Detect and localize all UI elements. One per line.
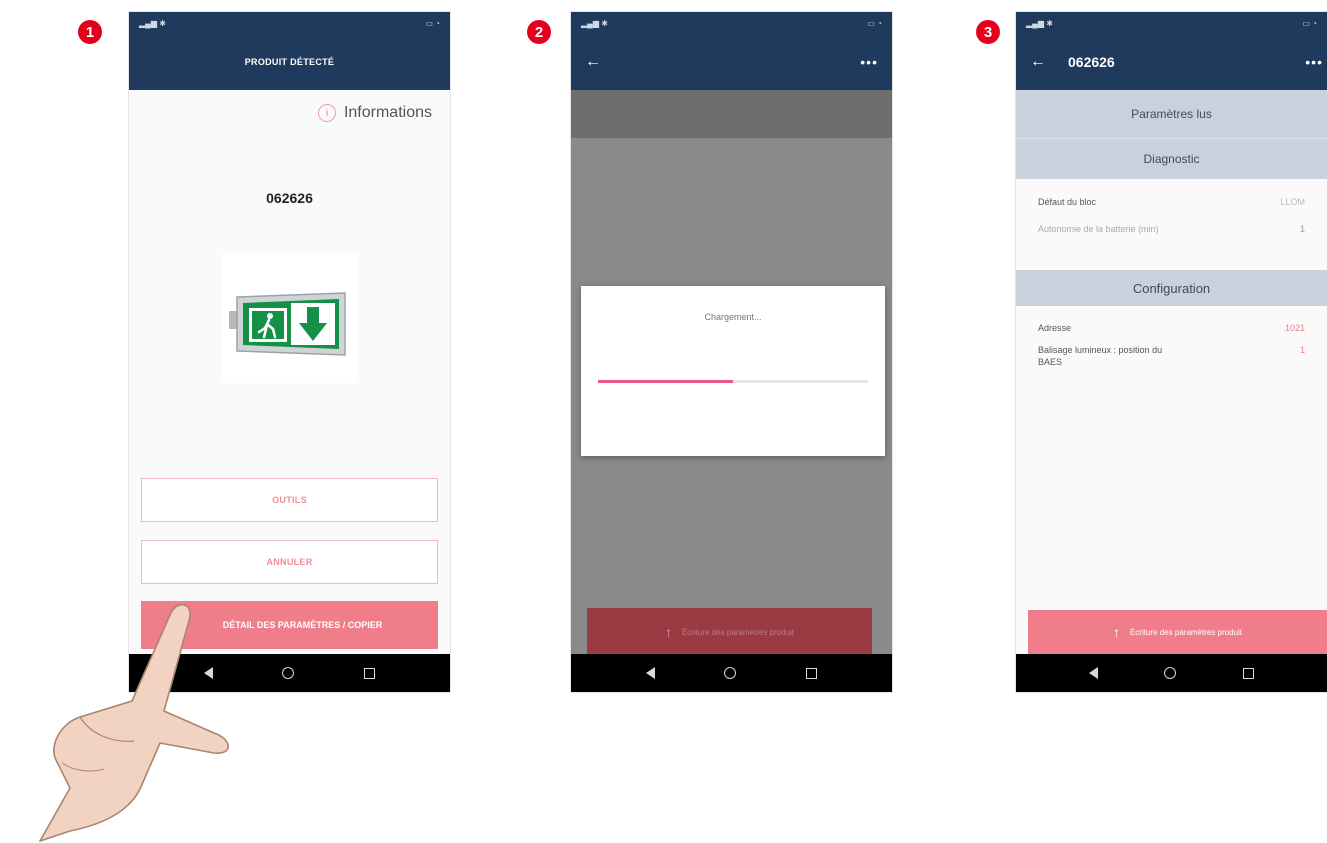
write-button-label: Écriture des paramètres produit	[681, 627, 795, 637]
app-bar: PRODUIT DÉTECTÉ	[129, 34, 450, 90]
signal-icon: ▂▄▆ ✱	[139, 18, 166, 28]
status-bar: ▂▄▆ ✱ ▭ ◔	[571, 12, 892, 34]
info-icon: i	[317, 104, 336, 122]
write-parameters-button[interactable]: ↑ Écriture des paramètres produit	[1028, 610, 1327, 654]
section-configuration: Configuration	[1016, 270, 1327, 306]
row-label: Défaut du bloc	[1038, 197, 1097, 207]
row-label: Balisage lumineux : position du BAES	[1038, 345, 1163, 367]
phone-screen-1: ▂▄▆ ✱ ▭ ◔ PRODUIT DÉTECTÉ i Informations…	[129, 12, 450, 692]
row-value: 1	[1299, 345, 1305, 355]
nav-back-icon[interactable]	[645, 667, 655, 679]
exit-sign-icon	[229, 292, 346, 356]
row-value: 1	[1299, 224, 1305, 234]
android-nav-bar	[571, 654, 892, 692]
nav-recent-icon[interactable]	[806, 667, 818, 679]
dimmed-overlay: Chargement... ↑ Écriture des paramètres …	[571, 90, 892, 656]
config-row-position[interactable]: Balisage lumineux : position du BAES 1	[1016, 345, 1327, 368]
android-nav-bar	[1016, 654, 1327, 692]
row-label: Adresse	[1038, 323, 1072, 333]
content-area: i Informations 062626 OUTILS ANNULER DÉT…	[129, 90, 450, 654]
nav-home-icon[interactable]	[282, 667, 295, 679]
step-badge-1: 1	[78, 20, 102, 44]
battery-icon: ▭ ◔	[867, 18, 882, 28]
cancel-button[interactable]: ANNULER	[141, 540, 438, 584]
more-menu-icon[interactable]: •••	[860, 54, 878, 70]
write-button-label: Écriture des paramètres produit	[1129, 627, 1243, 637]
back-arrow-icon[interactable]: ←	[1030, 53, 1046, 71]
nav-recent-icon[interactable]	[364, 667, 376, 679]
page-title: PRODUIT DÉTECTÉ	[244, 57, 335, 67]
progress-track	[598, 380, 868, 383]
app-bar: ← •••	[571, 34, 892, 90]
row-value: LLOM	[1280, 197, 1305, 207]
back-arrow-icon[interactable]: ←	[585, 53, 601, 71]
more-menu-icon[interactable]: •••	[1305, 54, 1323, 70]
battery-icon: ▭ ◔	[425, 18, 440, 28]
phone-screen-3: ▂▄▆ ✱ ▭ ◔ ← 062626 ••• Paramètres lus Di…	[1016, 12, 1327, 692]
config-row-address[interactable]: Adresse 1021	[1016, 323, 1327, 333]
product-image	[221, 253, 357, 383]
row-label: Autonomie de la batterie (min)	[1038, 224, 1159, 234]
product-code: 062626	[266, 190, 313, 206]
progress-fill	[598, 380, 733, 383]
battery-icon: ▭ ◔	[1302, 18, 1317, 28]
write-parameters-button[interactable]: ↑ Écriture des paramètres produit	[587, 608, 872, 656]
info-label: Informations	[343, 104, 432, 121]
section-diagnostic: Diagnostic	[1016, 138, 1327, 179]
page-title: 062626	[1068, 54, 1115, 70]
info-link[interactable]: i Informations	[317, 104, 432, 122]
nav-home-icon[interactable]	[724, 667, 737, 679]
status-bar: ▂▄▆ ✱ ▭ ◔	[129, 12, 450, 34]
nav-back-icon[interactable]	[1089, 667, 1099, 679]
step-badge-3: 3	[976, 20, 1000, 44]
diag-row-fault: Défaut du bloc LLOM	[1016, 197, 1327, 207]
row-value: 1021	[1284, 323, 1305, 333]
loading-dialog: Chargement...	[581, 286, 885, 456]
tools-button[interactable]: OUTILS	[141, 478, 438, 522]
signal-icon: ▂▄▆ ✱	[1026, 18, 1053, 28]
read-params-header: Paramètres lus	[1016, 90, 1327, 138]
header-band	[571, 90, 892, 138]
nav-recent-icon[interactable]	[1242, 667, 1254, 679]
upload-arrow-icon: ↑	[1112, 624, 1120, 640]
diag-row-autonomy: Autonomie de la batterie (min) 1	[1016, 224, 1327, 236]
loading-text: Chargement...	[704, 312, 762, 322]
signal-icon: ▂▄▆ ✱	[581, 18, 608, 28]
upload-arrow-icon: ↑	[664, 624, 672, 640]
app-bar: ← 062626 •••	[1016, 34, 1327, 90]
hand-pointer-icon	[39, 603, 230, 842]
status-bar: ▂▄▆ ✱ ▭ ◔	[1016, 12, 1327, 34]
nav-home-icon[interactable]	[1164, 667, 1177, 679]
phone-screen-2: ▂▄▆ ✱ ▭ ◔ ← ••• Chargement... ↑ Écriture…	[571, 12, 892, 692]
content-area: Paramètres lus Diagnostic Défaut du bloc…	[1016, 90, 1327, 654]
step-badge-2: 2	[527, 20, 551, 44]
